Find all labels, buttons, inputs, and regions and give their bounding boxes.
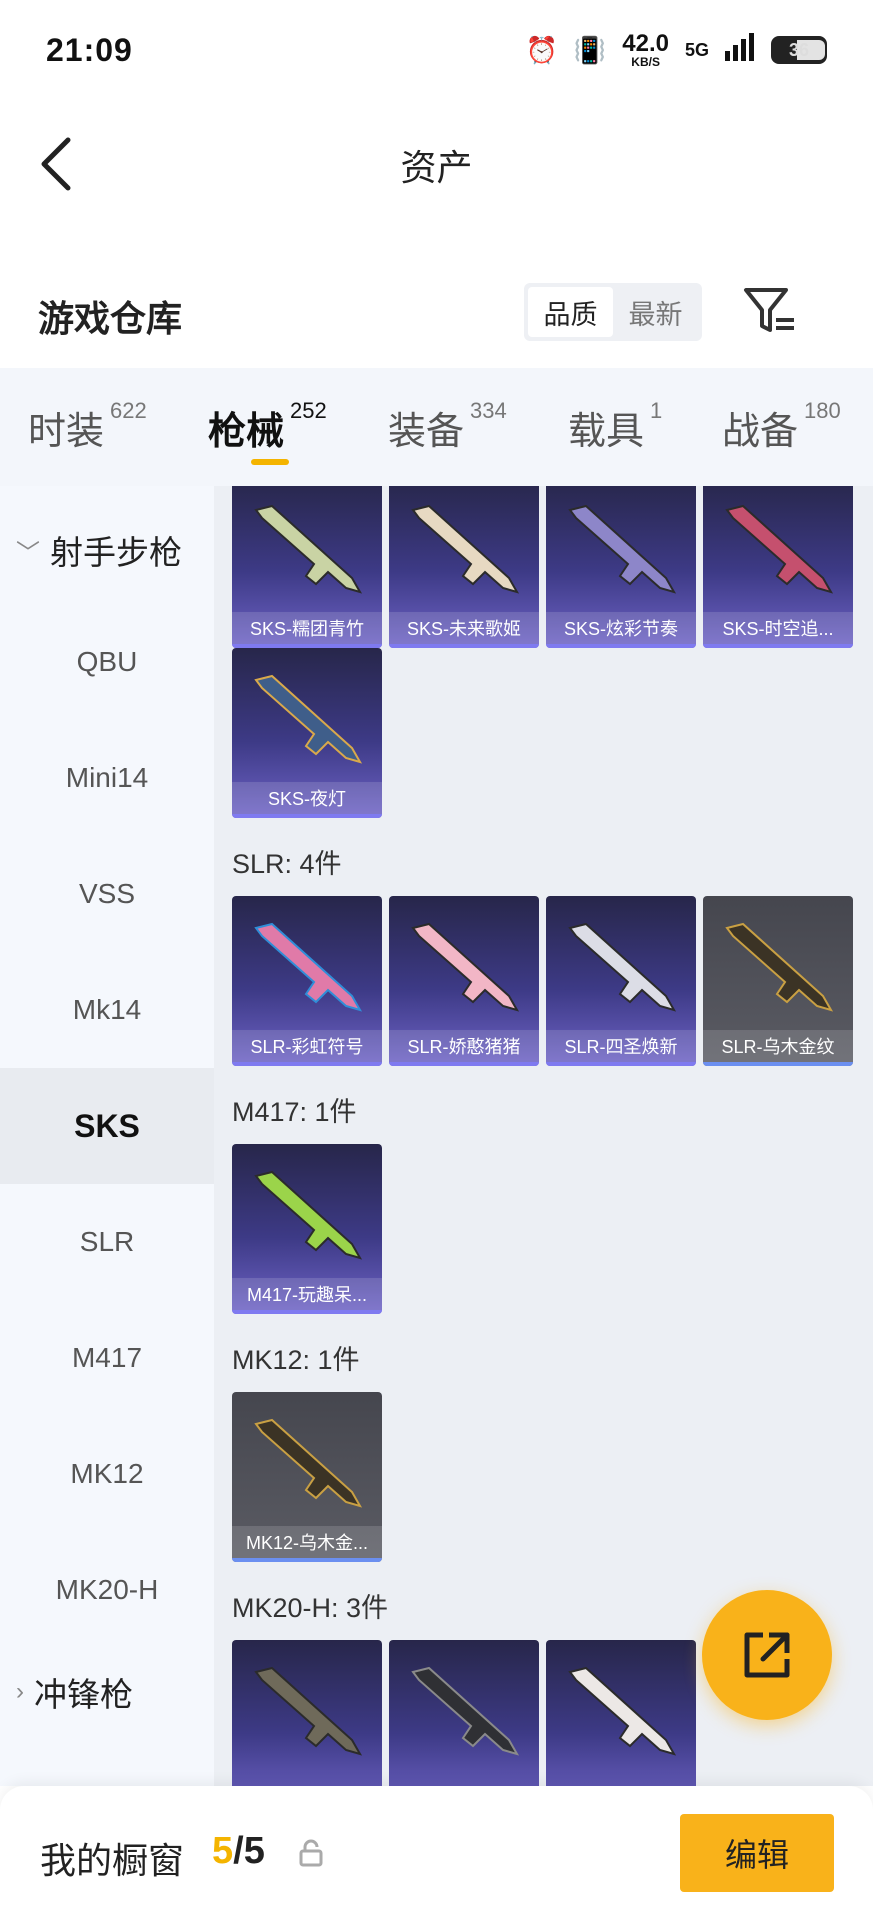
battery-icon: 36 [771, 36, 827, 64]
group-label-mk20h: MK20-H: 3件 [232, 1593, 389, 1623]
sidebar-item-slr[interactable]: SLR [0, 1184, 214, 1300]
rifle-icon [568, 1666, 677, 1756]
item-card[interactable] [389, 1640, 539, 1786]
item-card[interactable] [546, 1640, 696, 1786]
item-card[interactable]: SLR-四圣焕新 [546, 896, 696, 1066]
tab-vehicles[interactable]: 载具 1 [568, 398, 662, 455]
lock-icon [299, 1839, 323, 1867]
tab-guns[interactable]: 枪械 252 [208, 398, 327, 455]
sidebar-item-vss[interactable]: VSS [0, 836, 214, 952]
filter-button[interactable] [742, 284, 798, 340]
category-tabs: 时装 622 枪械 252 装备 334 载具 1 战备 180 [0, 368, 873, 486]
item-card[interactable]: SLR-乌木金纹 [703, 896, 853, 1066]
item-card[interactable]: SLR-彩虹符号 [232, 896, 382, 1066]
share-button[interactable] [702, 1590, 832, 1720]
vibrate-icon: 📳 [573, 34, 607, 65]
rifle-icon [568, 504, 677, 594]
tab-active-indicator [251, 459, 289, 465]
rifle-icon [254, 1418, 363, 1508]
group-label-m417: M417: 1件 [232, 1097, 357, 1127]
showcase-count: 5/5 [212, 1830, 265, 1872]
chevron-right-icon: › [16, 1678, 24, 1705]
showcase-bar: 我的橱窗 5/5 编辑 [0, 1786, 873, 1920]
item-card[interactable] [232, 1640, 382, 1786]
back-button[interactable] [36, 132, 86, 196]
share-icon [744, 1632, 790, 1678]
rifle-icon [411, 504, 520, 594]
item-card[interactable]: M417-玩趣呆... [232, 1144, 382, 1314]
rifle-icon [725, 922, 834, 1012]
sidebar-category-smg[interactable]: › 冲锋枪 [16, 1668, 133, 1716]
sidebar-item-m417[interactable]: M417 [0, 1300, 214, 1416]
item-card[interactable]: SKS-未来歌姬 [389, 486, 539, 648]
status-bar: 21:09 ⏰ 📳 42.0 KB/S 5G 36 [0, 0, 873, 100]
sidebar-item-mk14[interactable]: Mk14 [0, 952, 214, 1068]
tab-fashion[interactable]: 时装 622 [28, 398, 147, 455]
rifle-icon [254, 504, 363, 594]
warehouse-title: 游戏仓库 [38, 298, 183, 339]
status-time: 21:09 [46, 31, 133, 68]
signal-5g-icon: 5G [684, 39, 709, 60]
sidebar-item-mini14[interactable]: Mini14 [0, 720, 214, 836]
item-card[interactable]: MK12-乌木金... [232, 1392, 382, 1562]
rifle-icon [254, 674, 363, 764]
sidebar: ﹀ 射手步枪 QBU Mini14 VSS Mk14 SKS SLR M417 … [0, 486, 214, 1786]
sort-toggle: 品质 最新 [524, 283, 702, 341]
sidebar-category-marksman[interactable]: ﹀ 射手步枪 [16, 526, 182, 574]
item-card[interactable]: SKS-炫彩节奏 [546, 486, 696, 648]
item-card[interactable]: SLR-娇憨猪猪 [389, 896, 539, 1066]
sort-newest-button[interactable]: 最新 [613, 287, 698, 337]
status-icons: ⏰ 📳 42.0 KB/S 5G 36 [526, 32, 827, 68]
sidebar-item-sks[interactable]: SKS [0, 1068, 214, 1184]
tab-supplies[interactable]: 战备 180 [722, 398, 841, 455]
item-card[interactable]: SKS-时空追... [703, 486, 853, 648]
page-title: 资产 [400, 147, 473, 188]
sort-quality-button[interactable]: 品质 [528, 287, 613, 337]
sidebar-item-qbu[interactable]: QBU [0, 604, 214, 720]
showcase-label: 我的橱窗 [40, 1840, 185, 1881]
item-card[interactable]: SKS-夜灯 [232, 648, 382, 818]
tab-equipment[interactable]: 装备 334 [388, 398, 507, 455]
sidebar-item-mk12[interactable]: MK12 [0, 1416, 214, 1532]
rifle-icon [254, 1666, 363, 1756]
rifle-icon [254, 1170, 363, 1260]
rifle-icon [411, 922, 520, 1012]
group-label-mk12: MK12: 1件 [232, 1345, 360, 1375]
alarm-icon: ⏰ [525, 34, 558, 65]
rifle-icon [725, 504, 834, 594]
top-header: 资产 [0, 100, 873, 230]
signal-bars-icon [725, 32, 755, 68]
chevron-down-icon: ﹀ [16, 539, 40, 567]
rifle-icon [254, 922, 363, 1012]
net-speed: 42.0 KB/S [622, 30, 669, 69]
rifle-icon [411, 1666, 520, 1756]
rifle-icon [568, 922, 677, 1012]
edit-button[interactable]: 编辑 [680, 1814, 834, 1892]
group-label-slr: SLR: 4件 [232, 849, 342, 879]
back-arrow-icon [41, 137, 71, 191]
sidebar-item-mk20h[interactable]: MK20-H [0, 1532, 214, 1648]
filter-icon [744, 288, 794, 332]
item-card[interactable]: SKS-糯团青竹 [232, 486, 382, 648]
